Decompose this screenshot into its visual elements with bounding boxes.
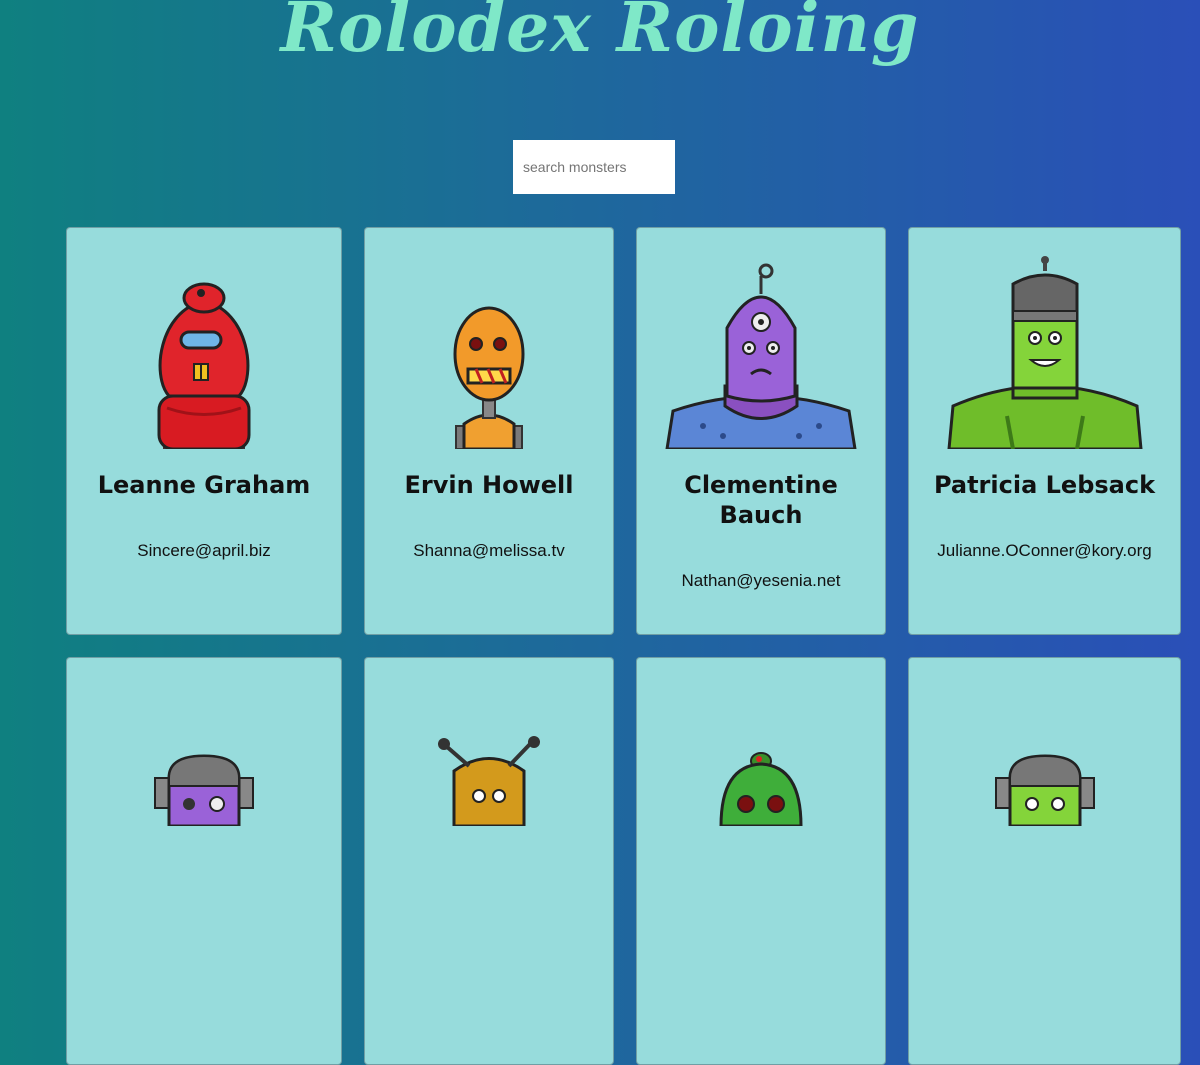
monster-name: Patricia Lebsack: [933, 471, 1156, 499]
monster-card-7[interactable]: [636, 657, 886, 1065]
page-title: Rolodex Roloing: [280, 0, 920, 68]
monster-name: Ervin Howell: [404, 471, 574, 499]
monster-card-8[interactable]: [908, 657, 1181, 1065]
monster-card-2[interactable]: Ervin Howell Shanna@melissa.tv: [364, 227, 614, 635]
gold-antenna-monster-icon: [438, 736, 540, 826]
monster-email: Nathan@yesenia.net: [681, 571, 841, 590]
monster-card-1[interactable]: Leanne Graham Sincere@april.biz: [66, 227, 342, 635]
orange-robot-monster-icon: [453, 306, 525, 449]
monster-name: Clementine Bauch: [684, 471, 838, 529]
green-alien-monster-icon: [719, 752, 803, 826]
monster-card-6[interactable]: [364, 657, 614, 1065]
purple-robot-monster-icon: [154, 754, 254, 826]
monster-card-5[interactable]: [66, 657, 342, 1065]
monster-email: Sincere@april.biz: [137, 541, 271, 560]
lime-robot-monster-icon: [994, 754, 1095, 826]
purple-cyclops-monster-icon: [665, 263, 857, 449]
monster-name: Leanne Graham: [97, 471, 311, 499]
search-input[interactable]: [513, 140, 675, 194]
monster-email: Julianne.OConner@kory.org: [937, 541, 1152, 560]
monster-email: Shanna@melissa.tv: [413, 541, 565, 560]
monster-card-4[interactable]: Patricia Lebsack Julianne.OConner@kory.o…: [908, 227, 1181, 635]
red-robot-monster-icon: [157, 282, 251, 449]
monster-card-3[interactable]: Clementine Bauch Nathan@yesenia.net: [636, 227, 886, 635]
green-frankenstein-monster-icon: [946, 256, 1143, 449]
